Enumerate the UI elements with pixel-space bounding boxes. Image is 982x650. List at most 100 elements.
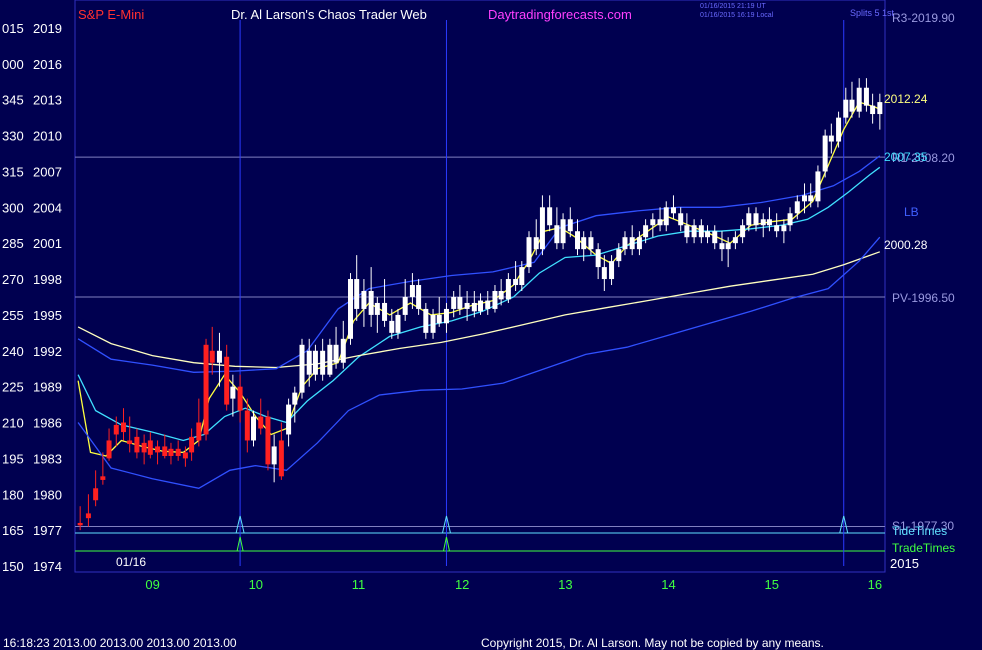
copyright-notice: Copyright 2015, Dr. Al Larson. May not b… <box>481 636 824 650</box>
candle-body <box>224 356 230 405</box>
chart-canvas: R3-2019.90R1-2008.20PV-1996.50S1-1977.30… <box>0 0 982 650</box>
candle-body <box>265 416 271 465</box>
y-tick-left-label: 180 <box>2 487 24 502</box>
candle-body <box>93 488 99 501</box>
y-tick-price-label: 1998 <box>33 272 62 287</box>
candle-body <box>822 135 828 172</box>
y-tick-price-label: 2004 <box>33 200 62 215</box>
candle-body <box>382 302 388 321</box>
candle-body <box>691 225 697 238</box>
candle-body <box>595 249 601 268</box>
candle-body <box>787 213 793 226</box>
y-tick-left-label: 225 <box>2 380 24 395</box>
candle-body <box>828 135 834 142</box>
candle-body <box>209 350 215 363</box>
candle-body <box>278 440 284 477</box>
y-tick-left-label: 000 <box>2 57 24 72</box>
candle-body <box>588 237 594 250</box>
timestamp-ut: 01/16/2015 21:19 UT <box>700 3 766 10</box>
candle-body <box>856 87 862 112</box>
level-label: R3-2019.90 <box>892 11 955 25</box>
candle-body <box>794 201 800 214</box>
candle-body <box>464 302 470 309</box>
y-tick-left-label: 345 <box>2 93 24 108</box>
y-tick-left-label: 240 <box>2 344 24 359</box>
corner-note: Splits 5 1st <box>850 8 895 18</box>
candle-body <box>808 195 814 202</box>
candle-body <box>423 308 429 333</box>
candle-body <box>575 231 581 250</box>
x-tick-label: 14 <box>661 577 675 592</box>
candle-body <box>354 279 360 309</box>
candle-body <box>374 302 380 315</box>
candle-body <box>492 291 498 309</box>
y-tick-price-label: 2019 <box>33 21 62 36</box>
tradetimes-label: TradeTimes <box>892 541 955 555</box>
year-label: 2015 <box>890 556 919 571</box>
candle-body <box>182 452 188 459</box>
candle-body <box>547 207 553 226</box>
candle-body <box>581 237 587 250</box>
candle-body <box>113 424 119 435</box>
site-link[interactable]: Daytradingforecasts.com <box>488 7 632 22</box>
candle-body <box>746 213 752 226</box>
candle-body <box>725 243 731 250</box>
candle-body <box>609 261 615 280</box>
candle-body <box>519 267 525 286</box>
y-tick-price-label: 1986 <box>33 416 62 431</box>
candle-body <box>732 237 738 244</box>
candle-body <box>760 219 766 226</box>
x-tick-label: 10 <box>249 577 263 592</box>
candle-body <box>306 350 312 375</box>
candle-body <box>684 225 690 238</box>
candle-body <box>774 225 780 232</box>
y-tick-left-label: 015 <box>2 21 24 36</box>
candle-body <box>430 314 436 333</box>
candle-body <box>244 410 250 441</box>
y-tick-left-label: 210 <box>2 416 24 431</box>
candle-body <box>478 300 484 312</box>
y-tick-price-label: 2016 <box>33 57 62 72</box>
x-tick-label: 11 <box>352 577 366 592</box>
x-tick-label: 09 <box>145 577 159 592</box>
candle-body <box>643 225 649 238</box>
candle-body <box>147 440 153 455</box>
candle-body <box>333 344 339 363</box>
candle-body <box>402 296 408 315</box>
candle-body <box>498 291 504 300</box>
candle-body <box>629 237 635 250</box>
candle-body <box>663 207 669 226</box>
candle-body <box>348 279 354 339</box>
ma-slow-value: 2000.28 <box>884 238 928 252</box>
y-tick-price-label: 2010 <box>33 129 62 144</box>
candle-body <box>196 422 202 441</box>
candle-body <box>155 446 161 453</box>
candle-body <box>443 308 449 324</box>
candle-body <box>781 225 787 232</box>
candle-body <box>134 436 140 453</box>
y-tick-price-label: 2007 <box>33 164 62 179</box>
candle-body <box>815 171 821 202</box>
candle-body <box>120 422 126 433</box>
candle-body <box>740 225 746 238</box>
y-tick-left-label: 165 <box>2 523 24 538</box>
candle-body <box>162 446 168 456</box>
candle-body <box>451 296 457 309</box>
candle-body <box>389 320 395 333</box>
y-tick-price-label: 1980 <box>33 487 62 502</box>
candle-body <box>216 350 222 363</box>
candle-body <box>292 392 298 405</box>
candle-body <box>340 338 346 363</box>
y-tick-left-label: 195 <box>2 451 24 466</box>
y-tick-left-label: 270 <box>2 272 24 287</box>
y-tick-left-label: 150 <box>2 559 24 574</box>
y-tick-price-label: 1974 <box>33 559 62 574</box>
candle-body <box>567 219 573 232</box>
candle-body <box>361 291 367 309</box>
y-tick-price-label: 1995 <box>33 308 62 323</box>
candle-body <box>505 279 511 300</box>
candle-body <box>678 213 684 226</box>
y-tick-left-label: 255 <box>2 308 24 323</box>
ma-fast-value: 2012.24 <box>884 92 928 106</box>
chart-background <box>0 0 982 650</box>
